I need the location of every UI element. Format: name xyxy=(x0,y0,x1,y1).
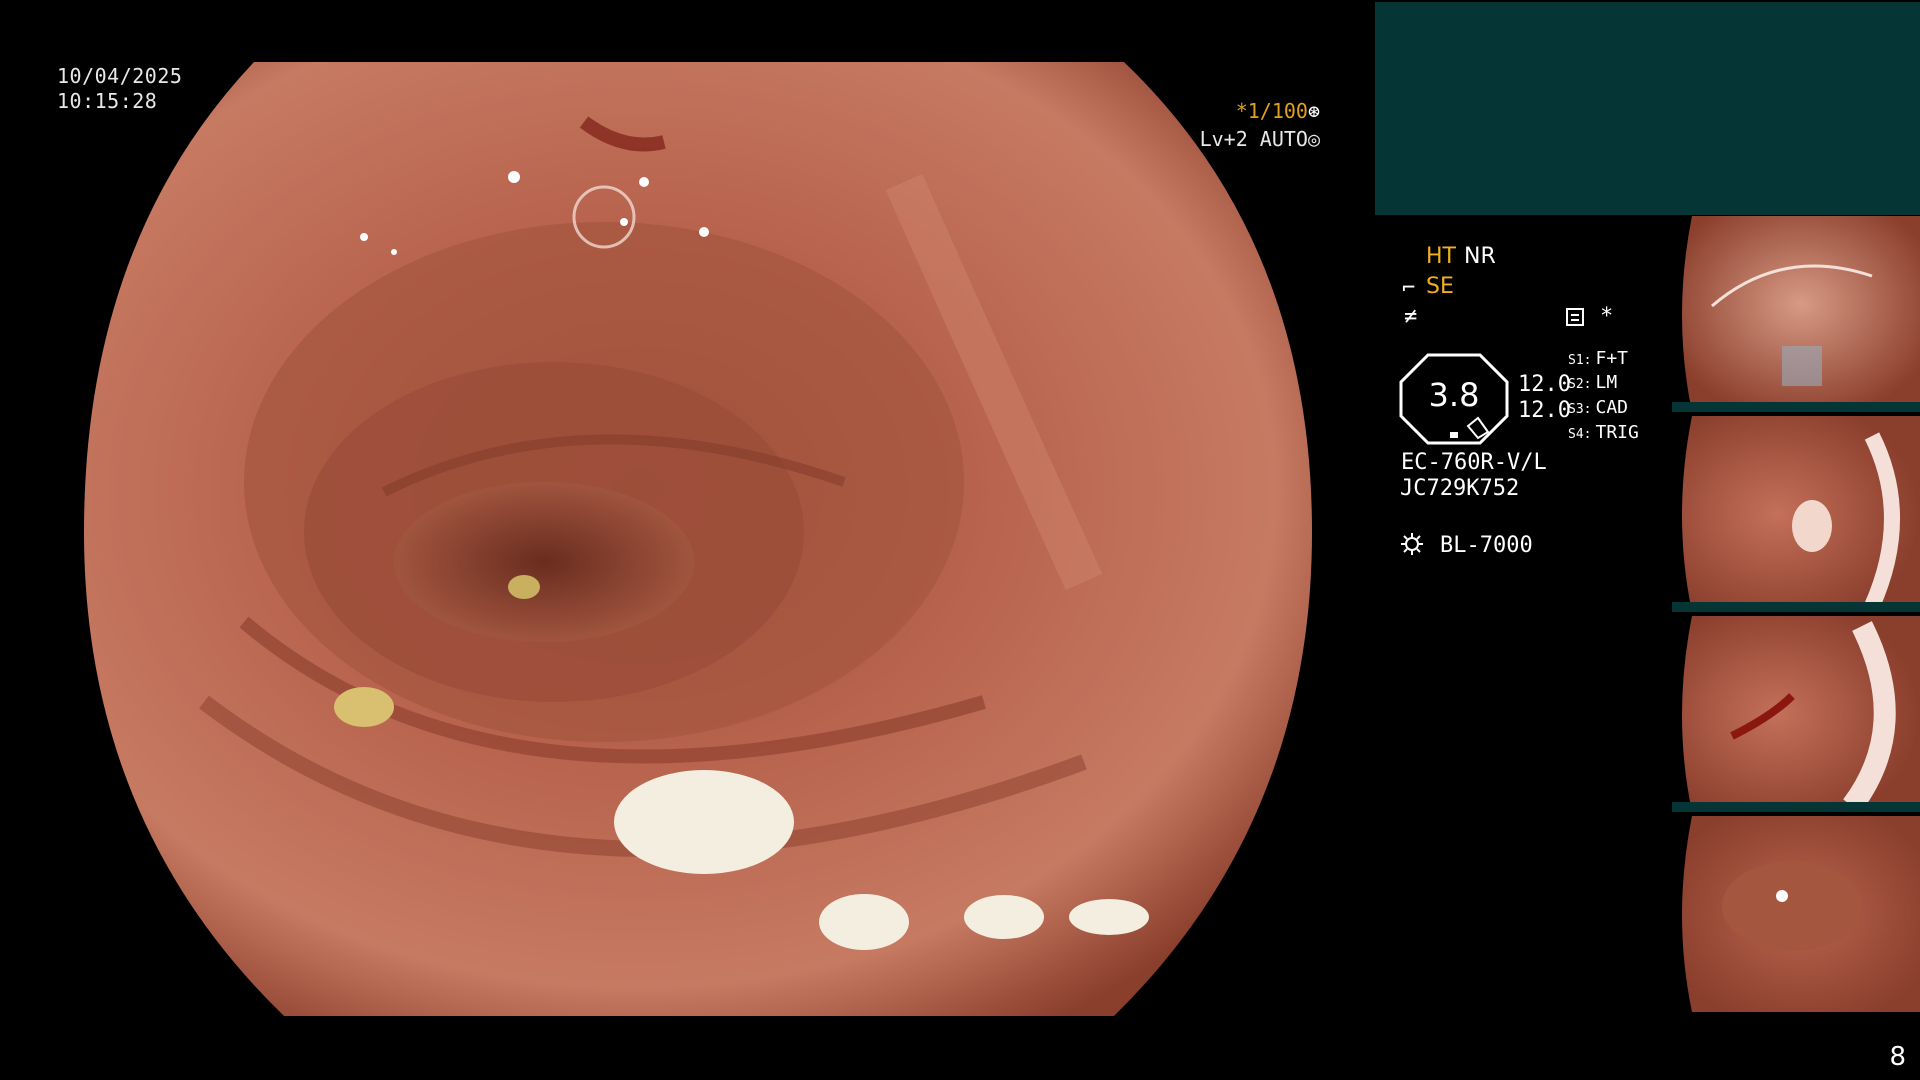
ht-indicator: HT xyxy=(1426,244,1456,269)
video-panel xyxy=(1375,2,1920,215)
light-bulb-icon xyxy=(1401,533,1423,555)
thumbnail-strip xyxy=(1672,216,1920,1016)
level-value: Lv+2 AUTO xyxy=(1199,127,1308,151)
date-label: 10/04/2025 xyxy=(57,64,183,88)
status-panel: HT NR ⌐ SE ≠ * 3.8 12.0 12.0 S1: F+T S2: L… xyxy=(1398,236,1668,576)
serial-number: JC729K752 xyxy=(1400,476,1520,501)
light-level: Lv+2 AUTO◎ xyxy=(1180,127,1320,151)
switch-1: S1: F+T xyxy=(1568,348,1628,369)
se-indicator: SE xyxy=(1426,274,1454,299)
freeze-icon: ≠ xyxy=(1404,304,1418,329)
value-1: 12.0 xyxy=(1518,372,1571,397)
nr-indicator: NR xyxy=(1464,244,1496,269)
page-number: 8 xyxy=(1889,1042,1906,1072)
shutter-icon: ⊛ xyxy=(1307,99,1320,123)
switch-2: S2: LM xyxy=(1568,372,1618,393)
thumbnail-3[interactable] xyxy=(1672,616,1920,812)
shutter-value: *1/100 xyxy=(1235,99,1308,123)
thumbnail-1[interactable] xyxy=(1672,216,1920,412)
scope-model: EC-760R-V/L xyxy=(1401,450,1547,475)
thumbnail-2[interactable] xyxy=(1672,416,1920,612)
star-indicator: * xyxy=(1600,304,1614,329)
value-2: 12.0 xyxy=(1518,398,1571,423)
switch-4: S4: TRIG xyxy=(1568,422,1639,443)
thumbnail-4[interactable] xyxy=(1672,816,1920,1012)
octagon-value: 3.8 xyxy=(1428,376,1480,414)
switch-3: S3: CAD xyxy=(1568,397,1628,418)
se-icon: ⌐ xyxy=(1402,276,1416,301)
endoscopy-screen: 10/04/2025 10:15:28 *1/100⊛ Lv+2 AUTO◎ H… xyxy=(0,0,1920,1080)
light-source: BL-7000 xyxy=(1440,533,1533,558)
shutter-speed: *1/100⊛ xyxy=(1210,99,1320,123)
time-label: 10:15:28 xyxy=(57,89,158,113)
endoscope-image xyxy=(84,62,1312,1016)
document-icon xyxy=(1566,308,1584,326)
endoscope-view xyxy=(84,62,1312,1016)
auto-icon: ◎ xyxy=(1307,127,1320,151)
